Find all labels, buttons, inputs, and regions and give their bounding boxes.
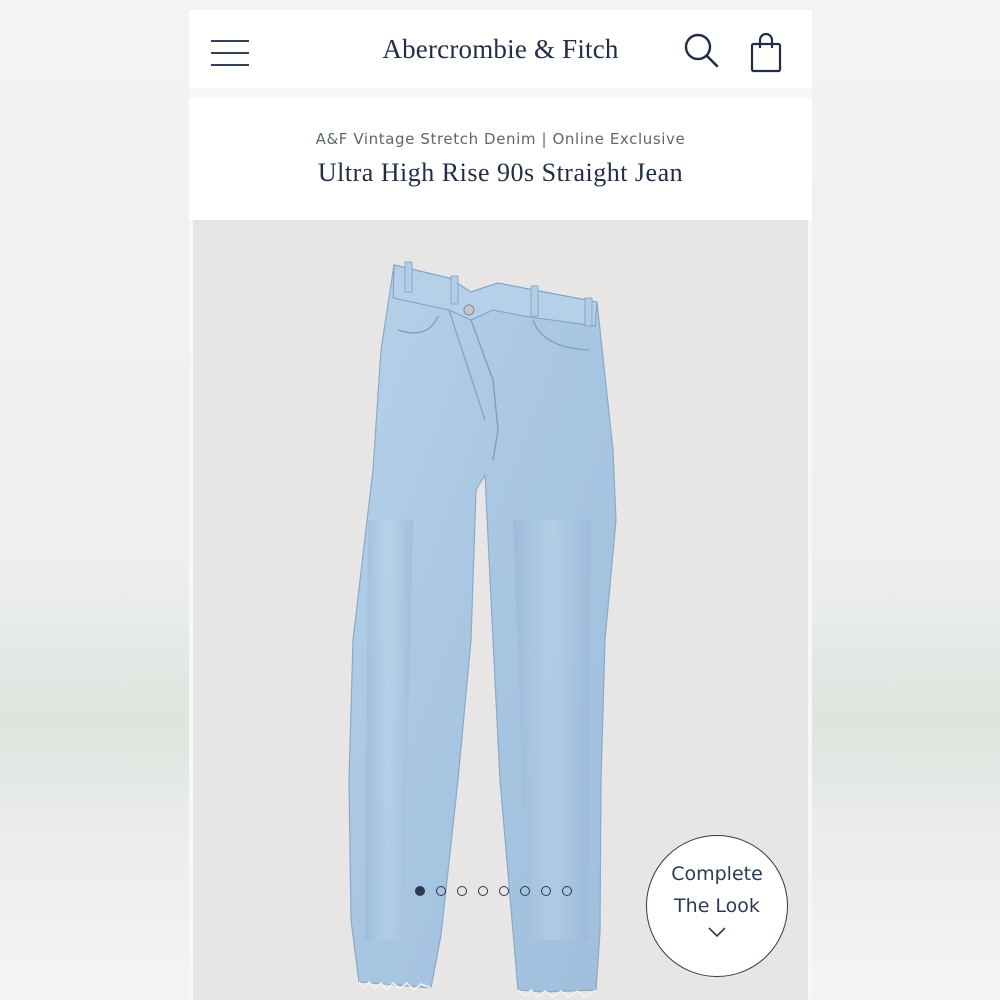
carousel-dot[interactable] xyxy=(541,886,551,896)
carousel-dot[interactable] xyxy=(478,886,488,896)
shopping-bag-button[interactable] xyxy=(749,32,785,74)
product-title: Ultra High Rise 90s Straight Jean xyxy=(317,158,684,187)
product-heading: A&F Vintage Stretch Denim | Online Exclu… xyxy=(189,98,812,220)
carousel-dot[interactable] xyxy=(499,886,509,896)
chevron-down-icon xyxy=(708,927,726,938)
complete-the-look-button[interactable]: Complete The Look xyxy=(646,835,788,977)
site-header: Abercrombie & Fitch xyxy=(189,10,812,88)
carousel-indicators xyxy=(415,886,572,896)
collection-label: A&F Vintage Stretch Denim | Online Exclu… xyxy=(315,130,686,148)
shopping-bag-icon xyxy=(750,32,782,73)
carousel-dot[interactable] xyxy=(520,886,530,896)
carousel-dot[interactable] xyxy=(415,886,425,896)
search-button[interactable] xyxy=(683,32,721,70)
carousel-dot[interactable] xyxy=(436,886,446,896)
product-image-gallery[interactable]: Complete The Look xyxy=(193,220,808,1000)
complete-the-look-label-line1: Complete xyxy=(671,863,763,885)
carousel-dot[interactable] xyxy=(562,886,572,896)
carousel-dot[interactable] xyxy=(457,886,467,896)
search-icon xyxy=(684,33,719,68)
mobile-viewport: Abercrombie & Fitch A&F Vintage Stretch … xyxy=(189,10,812,1000)
complete-the-look-label-line2: The Look xyxy=(674,895,760,917)
